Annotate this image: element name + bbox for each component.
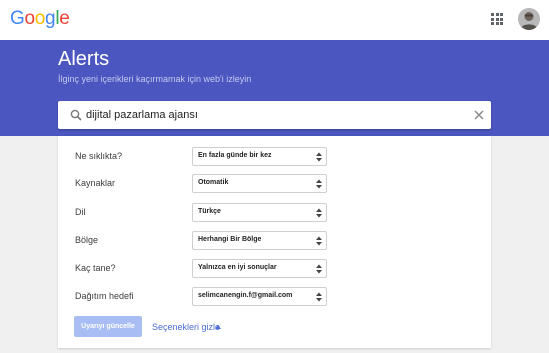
- deliver-to-label: Dağıtım hedefi: [75, 291, 134, 301]
- select-arrows-icon: [316, 292, 322, 302]
- select-arrows-icon: [316, 208, 322, 218]
- how-many-select[interactable]: Yalnızca en iyi sonuçlar: [192, 259, 327, 278]
- deliver-to-value: selimcanengin.f@gmail.com: [198, 292, 293, 299]
- deliver-to-row: Dağıtım hedefi selimcanengin.f@gmail.com: [58, 287, 491, 307]
- select-arrows-icon: [316, 264, 322, 274]
- caret-up-icon[interactable]: [215, 325, 221, 329]
- region-value: Herhangi Bir Bölge: [198, 236, 262, 243]
- logo-letter-1: o: [24, 8, 35, 29]
- user-avatar-icon: [518, 8, 540, 30]
- frequency-value: En fazla günde bir kez: [198, 152, 272, 159]
- sources-label: Kaynaklar: [75, 178, 116, 188]
- how-many-row: Kaç tane? Yalnızca en iyi sonuçlar: [58, 259, 491, 279]
- sources-row: Kaynaklar Otomatik: [58, 174, 491, 194]
- update-alert-button[interactable]: Uyarıyı güncelle: [74, 316, 142, 337]
- sources-value: Otomatik: [198, 179, 229, 186]
- search-icon: [70, 109, 82, 121]
- hide-options-link[interactable]: Seçenekleri gizle: [152, 322, 220, 332]
- frequency-label: Ne sıklıkta?: [75, 151, 123, 161]
- frequency-row: Ne sıklıkta? En fazla günde bir kez: [58, 147, 491, 167]
- how-many-label: Kaç tane?: [75, 263, 116, 273]
- logo-letter-0: G: [10, 8, 25, 29]
- language-row: Dil Türkçe: [58, 203, 491, 223]
- google-logo[interactable]: Google: [10, 8, 70, 30]
- page-subtitle: İlginç yeni içerikleri kaçırmamak için w…: [58, 74, 252, 84]
- region-label: Bölge: [75, 235, 99, 245]
- region-select[interactable]: Herhangi Bir Bölge: [192, 231, 327, 250]
- logo-letter-2: o: [34, 8, 46, 29]
- select-arrows-icon: [316, 152, 322, 162]
- logo-letter-3: g: [45, 8, 56, 29]
- select-arrows-icon: [316, 179, 322, 189]
- region-row: Bölge Herhangi Bir Bölge: [58, 231, 491, 251]
- avatar[interactable]: [518, 8, 540, 30]
- alert-query-box: [58, 101, 491, 129]
- sources-select[interactable]: Otomatik: [192, 174, 327, 193]
- language-select[interactable]: Türkçe: [192, 203, 327, 222]
- alert-query-input[interactable]: [86, 105, 456, 125]
- language-label: Dil: [75, 207, 86, 217]
- apps-grid-icon[interactable]: [491, 13, 503, 25]
- select-arrows-icon: [316, 236, 322, 246]
- close-icon[interactable]: [472, 108, 486, 122]
- top-bar: Google: [0, 0, 549, 40]
- frequency-select[interactable]: En fazla günde bir kez: [192, 147, 327, 166]
- page-title: Alerts: [58, 48, 110, 70]
- alert-options-panel: Ne sıklıkta? En fazla günde bir kez Kayn…: [58, 136, 491, 348]
- language-value: Türkçe: [198, 208, 221, 215]
- logo-letter-5: e: [59, 8, 70, 29]
- deliver-to-select[interactable]: selimcanengin.f@gmail.com: [192, 287, 327, 306]
- how-many-value: Yalnızca en iyi sonuçlar: [198, 264, 277, 271]
